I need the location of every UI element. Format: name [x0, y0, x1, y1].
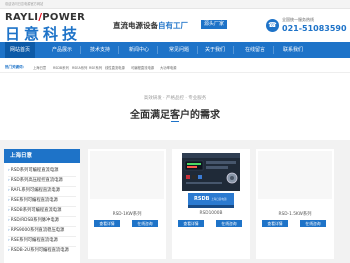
keyword-link[interactable]: RSE系列 — [89, 65, 102, 70]
sidebar-item[interactable]: RSD系列高压程控直流电源 — [8, 177, 78, 185]
keyword-link[interactable]: 可编程直流电源 — [131, 65, 154, 70]
phone-icon: ☎ — [266, 19, 279, 32]
logo[interactable]: RAYLI/POWER 日意科技 — [5, 12, 86, 43]
header-slogan: 直流电源设备自有工厂 — [113, 21, 188, 30]
sidebar-item[interactable]: RSD系列可编程直流电源 — [8, 167, 78, 175]
product-name: RSD1000B — [199, 211, 223, 216]
nav-news[interactable]: 新闻中心 — [129, 42, 149, 58]
nav-products[interactable]: 产品展示 — [52, 42, 72, 58]
view-details-button[interactable]: 查看详情 — [178, 220, 204, 227]
sidebar-item[interactable]: RSDB系列可编程直流电源 — [8, 207, 78, 215]
product-card[interactable]: RSDB 上海日意电源 RSD1000B 查看详情 在线咨询 — [172, 149, 250, 259]
category-sidebar: 上海日意 RSD系列可编程直流电源 RSD系列高压程控直流电源 RAFL系列可编… — [4, 149, 80, 263]
sidebar-item[interactable]: RSDB-2U系列可编程直流电源 — [8, 247, 78, 255]
main-nav: 网站首页 产品展示 技术支持 新闻中心 常见问题 关于我们 在线留言 联系我们 — [0, 42, 350, 58]
keyword-link[interactable]: 线性直流电源 — [105, 65, 125, 70]
product-card[interactable]: RSD-1.5KW系列 查看详情 在线咨询 — [256, 149, 334, 259]
thumb-caption: 上海日意电源 — [211, 198, 227, 201]
hotline-label: 全国统一服务热线 — [282, 17, 314, 22]
headline-main: 全面满足客户的需求 — [130, 110, 220, 121]
view-details-button[interactable]: 查看详情 — [94, 220, 120, 227]
logo-en: RAYLI/POWER — [5, 12, 86, 23]
nav-contact[interactable]: 联系我们 — [283, 42, 303, 58]
logo-cn: 日意科技 — [5, 25, 82, 43]
view-details-button[interactable]: 查看详情 — [262, 220, 288, 227]
keyword-link[interactable]: 大功率电源 — [160, 65, 176, 70]
nav-message[interactable]: 在线留言 — [245, 42, 265, 58]
sidebar-title: 上海日意 — [4, 149, 80, 163]
headline-underline — [171, 121, 179, 122]
thumb-brand: RSDB — [194, 196, 210, 202]
nav-faq[interactable]: 常见问题 — [169, 42, 189, 58]
sidebar-item[interactable]: RAFL系列可编程直流电源 — [8, 187, 78, 195]
nav-about[interactable]: 关于我们 — [205, 42, 225, 58]
hotline-number[interactable]: 021-51083590 — [282, 24, 347, 33]
sidebar-item[interactable]: RPS9000系列直流稳压电源 — [8, 227, 78, 235]
hot-keywords: 热门关键词： 上海日意 RSDB系列 RSEA系列 RSE系列 线性直流电源 可… — [0, 64, 350, 73]
sidebar-item[interactable]: RSD/RDSB系列脉冲电源 — [8, 217, 78, 225]
nav-support[interactable]: 技术支持 — [90, 42, 110, 58]
consult-button[interactable]: 在线咨询 — [132, 220, 158, 227]
sidebar-item[interactable]: RSE系列可编程直流电源 — [8, 237, 78, 245]
keyword-link[interactable]: RSEA系列 — [72, 65, 87, 70]
hotline: ☎ 全国统一服务热线 021-51083590 — [266, 15, 348, 39]
headline-sub: 高效研发 · 严格品控 · 专业服务 — [143, 96, 207, 101]
product-name: RSD-1KW系列 — [112, 212, 142, 217]
consult-button[interactable]: 在线咨询 — [300, 220, 326, 227]
product-image — [90, 151, 164, 199]
product-name: RSD-1.5KW系列 — [278, 212, 312, 217]
welcome-text: 欢迎访问日意电源官方网站 — [5, 2, 44, 6]
keyword-link[interactable]: RSDB系列 — [53, 65, 69, 70]
factory-badge: 源头厂家 — [201, 20, 228, 29]
sidebar-item[interactable]: RSE系列可编程直流电源 — [8, 197, 78, 205]
product-card[interactable]: RSD-1KW系列 查看详情 在线咨询 — [88, 149, 166, 259]
product-image — [258, 151, 332, 199]
site-header: RAYLI/POWER 日意科技 直流电源设备自有工厂 源头厂家 ☎ 全国统一服… — [0, 9, 350, 43]
top-bar: 欢迎访问日意电源官方网站 — [0, 0, 350, 9]
consult-button[interactable]: 在线咨询 — [216, 220, 242, 227]
keywords-title: 热门关键词： — [5, 65, 26, 69]
keyword-link[interactable]: 上海日意 — [33, 65, 46, 70]
nav-home[interactable]: 网站首页 — [5, 42, 35, 58]
